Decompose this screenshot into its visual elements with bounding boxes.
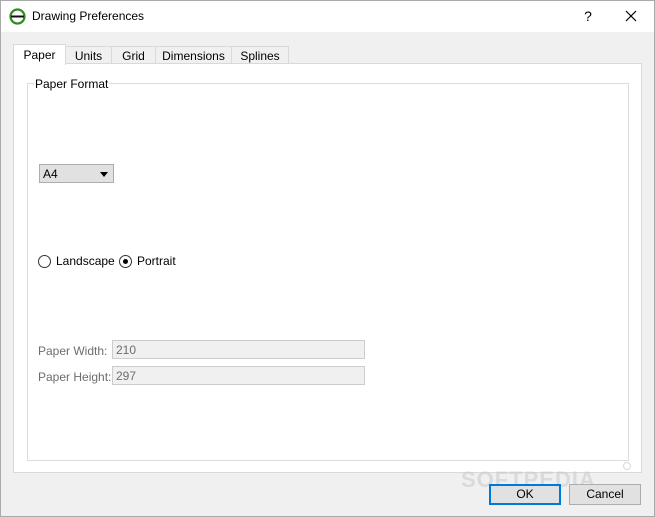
- chevron-down-icon: [100, 172, 108, 177]
- title-bar: Drawing Preferences ?: [1, 1, 654, 32]
- window-title: Drawing Preferences: [32, 9, 145, 23]
- paper-format-select-value: A4: [43, 167, 58, 181]
- cancel-button[interactable]: Cancel: [569, 484, 641, 505]
- tab-units[interactable]: Units: [65, 46, 112, 64]
- paper-tab-panel: Paper Format A4 Landscape Portrait Paper…: [13, 63, 642, 473]
- close-button[interactable]: [619, 5, 643, 27]
- preferences-dialog: Drawing Preferences ? Paper Units Grid D…: [0, 0, 655, 517]
- paper-format-group: [27, 83, 629, 461]
- app-logo-icon: [9, 8, 26, 25]
- paper-format-group-title: Paper Format: [34, 77, 110, 91]
- portrait-radio-label: Portrait: [137, 254, 176, 268]
- paper-format-select[interactable]: A4: [39, 164, 114, 183]
- paper-height-input[interactable]: [112, 366, 365, 385]
- ok-button[interactable]: OK: [489, 484, 561, 505]
- paper-height-label: Paper Height:: [38, 370, 112, 384]
- tab-paper[interactable]: Paper: [13, 44, 66, 65]
- tab-splines[interactable]: Splines: [231, 46, 289, 64]
- registered-mark-icon: [623, 462, 631, 470]
- paper-width-label: Paper Width:: [38, 344, 108, 358]
- help-button[interactable]: ?: [576, 5, 600, 27]
- landscape-radio-label: Landscape: [56, 254, 115, 268]
- radio-dot: [123, 259, 128, 264]
- landscape-radio[interactable]: Landscape: [38, 254, 115, 270]
- radio-checked-icon: [119, 255, 132, 268]
- paper-width-input[interactable]: [112, 340, 365, 359]
- tab-dimensions[interactable]: Dimensions: [155, 46, 232, 64]
- close-icon: [625, 10, 637, 22]
- portrait-radio[interactable]: Portrait: [119, 254, 184, 270]
- tab-grid[interactable]: Grid: [111, 46, 156, 64]
- radio-unchecked-icon: [38, 255, 51, 268]
